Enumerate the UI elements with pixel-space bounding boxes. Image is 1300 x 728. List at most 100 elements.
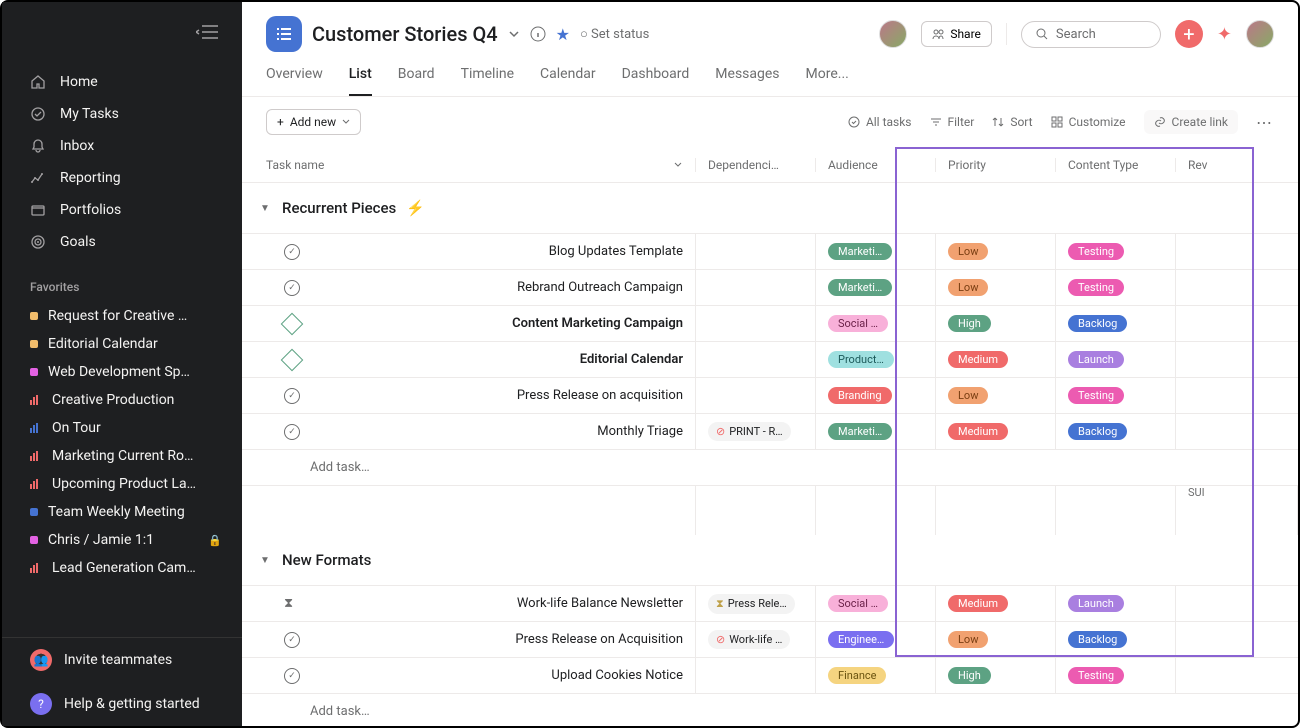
create-link-button[interactable]: Create link — [1144, 110, 1238, 134]
priority-pill[interactable]: High — [948, 315, 991, 332]
milestone-icon[interactable] — [281, 348, 304, 371]
col-dependencies[interactable]: Dependenci… — [696, 158, 816, 172]
task-row[interactable]: ✓Press Release on Acquisition ⊘Work-life… — [242, 621, 1298, 657]
priority-pill[interactable]: Medium — [948, 595, 1008, 612]
priority-pill[interactable]: Medium — [948, 351, 1008, 368]
priority-pill[interactable]: Low — [948, 387, 988, 404]
priority-pill[interactable]: Low — [948, 243, 988, 260]
content-type-pill[interactable]: Launch — [1068, 351, 1124, 368]
tab-calendar[interactable]: Calendar — [540, 66, 596, 96]
task-row[interactable]: Editorial Calendar Product… Medium Launc… — [242, 341, 1298, 377]
tab-overview[interactable]: Overview — [266, 66, 323, 96]
dependency-pill[interactable]: ⊘Work-life … — [708, 630, 790, 649]
collapse-icon[interactable]: ▼ — [260, 555, 272, 566]
dependency-pill[interactable]: ⊘PRINT - R… — [708, 422, 791, 441]
chevron-down-icon[interactable] — [673, 160, 683, 170]
audience-pill[interactable]: Enginee… — [828, 631, 894, 648]
complete-icon[interactable]: ✓ — [284, 668, 300, 684]
content-type-pill[interactable]: Backlog — [1068, 315, 1127, 332]
hourglass-icon[interactable]: ⧗ — [284, 596, 293, 611]
task-row[interactable]: ✓Rebrand Outreach Campaign Marketi… Low … — [242, 269, 1298, 305]
content-type-pill[interactable]: Testing — [1068, 279, 1124, 296]
task-row[interactable]: Content Marketing Campaign Social … High… — [242, 305, 1298, 341]
favorite-item[interactable]: Upcoming Product La… — [2, 470, 242, 498]
favorite-item[interactable]: Creative Production — [2, 386, 242, 414]
audience-pill[interactable]: Marketi… — [828, 243, 892, 260]
member-avatar[interactable] — [879, 20, 907, 48]
nav-goals[interactable]: Goals — [2, 226, 242, 258]
search-input[interactable]: Search — [1021, 21, 1161, 48]
favorite-item[interactable]: Web Development Sp… — [2, 358, 242, 386]
audience-pill[interactable]: Finance — [828, 667, 886, 684]
priority-pill[interactable]: High — [948, 667, 991, 684]
audience-pill[interactable]: Branding — [828, 387, 892, 404]
sidebar-toggle[interactable] — [2, 2, 242, 62]
nav-my-tasks[interactable]: My Tasks — [2, 98, 242, 130]
audience-pill[interactable]: Marketi… — [828, 423, 892, 440]
tab-board[interactable]: Board — [398, 66, 435, 96]
add-task[interactable]: Add task… — [242, 449, 1298, 485]
col-content-type[interactable]: Content Type — [1056, 158, 1176, 172]
star-icon[interactable]: ★ — [556, 25, 570, 44]
complete-icon[interactable]: ✓ — [284, 632, 300, 648]
set-status[interactable]: ○ Set status — [580, 26, 649, 42]
more-menu[interactable]: ⋯ — [1256, 113, 1274, 132]
filter-button[interactable]: Filter — [930, 115, 975, 129]
section-header[interactable]: ▼New Formats — [242, 535, 1298, 585]
audience-pill[interactable]: Social … — [828, 315, 888, 332]
col-audience[interactable]: Audience — [816, 158, 936, 172]
invite-teammates[interactable]: 👥 Invite teammates — [2, 638, 242, 682]
nav-reporting[interactable]: Reporting — [2, 162, 242, 194]
favorite-item[interactable]: Team Weekly Meeting — [2, 498, 242, 526]
collapse-icon[interactable]: ▼ — [260, 203, 272, 214]
content-type-pill[interactable]: Testing — [1068, 667, 1124, 684]
task-row[interactable]: ✓Upload Cookies Notice Finance High Test… — [242, 657, 1298, 693]
complete-icon[interactable]: ✓ — [284, 424, 300, 440]
dependency-pill[interactable]: ⧗Press Rele… — [708, 594, 795, 614]
priority-pill[interactable]: Low — [948, 631, 988, 648]
nav-home[interactable]: Home — [2, 66, 242, 98]
col-task-name[interactable]: Task name — [242, 158, 696, 172]
celebration-icon[interactable]: ✦ — [1217, 24, 1232, 45]
audience-pill[interactable]: Product… — [828, 351, 894, 368]
info-icon[interactable] — [530, 26, 546, 42]
content-type-pill[interactable]: Testing — [1068, 387, 1124, 404]
add-task[interactable]: Add task… — [242, 693, 1298, 726]
all-tasks-filter[interactable]: All tasks — [848, 115, 912, 129]
audience-pill[interactable]: Social … — [828, 595, 888, 612]
help-getting-started[interactable]: ? Help & getting started — [2, 682, 242, 726]
user-avatar[interactable] — [1246, 20, 1274, 48]
favorite-item[interactable]: Marketing Current Ro… — [2, 442, 242, 470]
nav-portfolios[interactable]: Portfolios — [2, 194, 242, 226]
col-rev[interactable]: Rev — [1176, 158, 1298, 172]
nav-inbox[interactable]: Inbox — [2, 130, 242, 162]
milestone-icon[interactable] — [281, 312, 304, 335]
content-type-pill[interactable]: Backlog — [1068, 423, 1127, 440]
content-type-pill[interactable]: Backlog — [1068, 631, 1127, 648]
favorite-item[interactable]: Request for Creative … — [2, 302, 242, 330]
tab-messages[interactable]: Messages — [715, 66, 779, 96]
content-type-pill[interactable]: Testing — [1068, 243, 1124, 260]
complete-icon[interactable]: ✓ — [284, 388, 300, 404]
tab-timeline[interactable]: Timeline — [461, 66, 514, 96]
sort-button[interactable]: Sort — [992, 115, 1032, 129]
share-button[interactable]: Share — [921, 21, 992, 47]
task-row[interactable]: ✓Press Release on acquisition Branding L… — [242, 377, 1298, 413]
chevron-down-icon[interactable] — [508, 28, 520, 40]
favorite-item[interactable]: On Tour — [2, 414, 242, 442]
complete-icon[interactable]: ✓ — [284, 280, 300, 296]
tab-list[interactable]: List — [349, 66, 372, 96]
content-type-pill[interactable]: Launch — [1068, 595, 1124, 612]
favorite-item[interactable]: Lead Generation Cam… — [2, 554, 242, 582]
complete-icon[interactable]: ✓ — [284, 244, 300, 260]
priority-pill[interactable]: Low — [948, 279, 988, 296]
tab-dashboard[interactable]: Dashboard — [622, 66, 690, 96]
favorite-item[interactable]: Editorial Calendar — [2, 330, 242, 358]
task-row[interactable]: ⧗Work-life Balance Newsletter ⧗Press Rel… — [242, 585, 1298, 621]
col-priority[interactable]: Priority — [936, 158, 1056, 172]
section-header[interactable]: ▼Recurrent Pieces⚡ — [242, 183, 1298, 233]
customize-button[interactable]: Customize — [1051, 115, 1126, 129]
task-row[interactable]: ✓Blog Updates Template Marketi… Low Test… — [242, 233, 1298, 269]
task-row[interactable]: ✓Monthly Triage ⊘PRINT - R… Marketi… Med… — [242, 413, 1298, 449]
add-button[interactable]: + — [1175, 20, 1203, 48]
